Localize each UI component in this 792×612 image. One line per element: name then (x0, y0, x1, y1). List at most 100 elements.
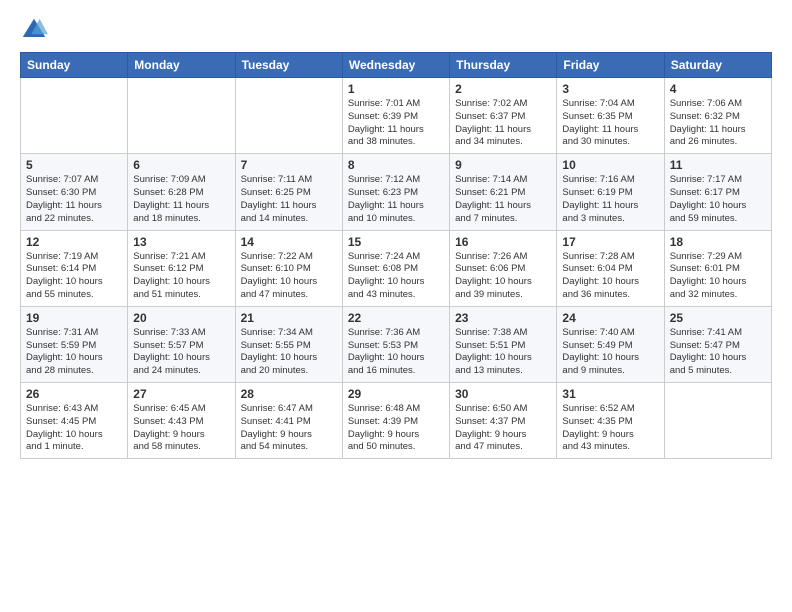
day-number: 5 (26, 158, 122, 172)
calendar-cell: 4 Sunrise: 7:06 AM Sunset: 6:32 PM Daylig… (664, 78, 771, 154)
day-number: 10 (562, 158, 658, 172)
day-number: 19 (26, 311, 122, 325)
calendar-week-5: 26Sunrise: 6:43 AM Sunset: 4:45 PM Dayli… (21, 383, 772, 459)
day-number: 30 (455, 387, 551, 401)
calendar-cell: 31Sunrise: 6:52 AM Sunset: 4:35 PM Dayli… (557, 383, 664, 459)
calendar-cell: 13 Sunrise: 7:21 AM Sunset: 6:12 PM Dayli… (128, 230, 235, 306)
day-info: Sunrise: 7:09 AM Sunset: 6:28 PM Dayligh… (133, 174, 229, 225)
day-number: 3 (562, 82, 658, 96)
day-number: 20 (133, 311, 229, 325)
calendar-cell: 21Sunrise: 7:34 AM Sunset: 5:55 PM Dayli… (235, 306, 342, 382)
day-info: Sunrise: 7:40 AM Sunset: 5:49 PM Dayligh… (562, 327, 658, 378)
weekday-header-tuesday: Tuesday (235, 53, 342, 78)
calendar-header: SundayMondayTuesdayWednesdayThursdayFrid… (21, 53, 772, 78)
day-number: 13 (133, 235, 229, 249)
calendar-cell: 29Sunrise: 6:48 AM Sunset: 4:39 PM Dayli… (342, 383, 449, 459)
day-info: Sunrise: 7:41 AM Sunset: 5:47 PM Dayligh… (670, 327, 766, 378)
calendar-week-3: 12 Sunrise: 7:19 AM Sunset: 6:14 PM Dayli… (21, 230, 772, 306)
day-info: Sunrise: 7:14 AM Sunset: 6:21 PM Dayligh… (455, 174, 551, 225)
weekday-header-thursday: Thursday (450, 53, 557, 78)
day-number: 1 (348, 82, 444, 96)
day-info: Sunrise: 7:36 AM Sunset: 5:53 PM Dayligh… (348, 327, 444, 378)
calendar-cell: 25 Sunrise: 7:41 AM Sunset: 5:47 PM Dayli… (664, 306, 771, 382)
day-info: Sunrise: 7:11 AM Sunset: 6:25 PM Dayligh… (241, 174, 337, 225)
calendar-cell: 10 Sunrise: 7:16 AM Sunset: 6:19 PM Dayli… (557, 154, 664, 230)
day-number: 9 (455, 158, 551, 172)
day-info: Sunrise: 7:16 AM Sunset: 6:19 PM Dayligh… (562, 174, 658, 225)
day-number: 8 (348, 158, 444, 172)
calendar-cell: 30 Sunrise: 6:50 AM Sunset: 4:37 PM Dayli… (450, 383, 557, 459)
day-info: Sunrise: 7:01 AM Sunset: 6:39 PM Dayligh… (348, 98, 444, 149)
calendar-cell (128, 78, 235, 154)
day-info: Sunrise: 6:50 AM Sunset: 4:37 PM Dayligh… (455, 403, 551, 454)
calendar-cell: 19 Sunrise: 7:31 AM Sunset: 5:59 PM Dayli… (21, 306, 128, 382)
day-info: Sunrise: 7:04 AM Sunset: 6:35 PM Dayligh… (562, 98, 658, 149)
day-number: 18 (670, 235, 766, 249)
day-info: Sunrise: 7:17 AM Sunset: 6:17 PM Dayligh… (670, 174, 766, 225)
day-number: 28 (241, 387, 337, 401)
day-info: Sunrise: 7:12 AM Sunset: 6:23 PM Dayligh… (348, 174, 444, 225)
logo (20, 16, 50, 44)
day-info: Sunrise: 7:21 AM Sunset: 6:12 PM Dayligh… (133, 251, 229, 302)
calendar-cell: 26Sunrise: 6:43 AM Sunset: 4:45 PM Dayli… (21, 383, 128, 459)
day-number: 2 (455, 82, 551, 96)
day-info: Sunrise: 7:19 AM Sunset: 6:14 PM Dayligh… (26, 251, 122, 302)
day-number: 25 (670, 311, 766, 325)
day-info: Sunrise: 7:29 AM Sunset: 6:01 PM Dayligh… (670, 251, 766, 302)
day-info: Sunrise: 7:06 AM Sunset: 6:32 PM Dayligh… (670, 98, 766, 149)
weekday-row: SundayMondayTuesdayWednesdayThursdayFrid… (21, 53, 772, 78)
day-info: Sunrise: 7:07 AM Sunset: 6:30 PM Dayligh… (26, 174, 122, 225)
calendar-week-4: 19 Sunrise: 7:31 AM Sunset: 5:59 PM Dayli… (21, 306, 772, 382)
day-number: 24 (562, 311, 658, 325)
day-number: 6 (133, 158, 229, 172)
calendar-cell: 23Sunrise: 7:38 AM Sunset: 5:51 PM Dayli… (450, 306, 557, 382)
day-info: Sunrise: 7:38 AM Sunset: 5:51 PM Dayligh… (455, 327, 551, 378)
calendar-cell: 16 Sunrise: 7:26 AM Sunset: 6:06 PM Dayli… (450, 230, 557, 306)
calendar-cell: 27Sunrise: 6:45 AM Sunset: 4:43 PM Dayli… (128, 383, 235, 459)
day-info: Sunrise: 6:47 AM Sunset: 4:41 PM Dayligh… (241, 403, 337, 454)
calendar-body: 1 Sunrise: 7:01 AM Sunset: 6:39 PM Daylig… (21, 78, 772, 459)
day-info: Sunrise: 7:22 AM Sunset: 6:10 PM Dayligh… (241, 251, 337, 302)
calendar-cell: 6 Sunrise: 7:09 AM Sunset: 6:28 PM Daylig… (128, 154, 235, 230)
weekday-header-saturday: Saturday (664, 53, 771, 78)
day-info: Sunrise: 7:24 AM Sunset: 6:08 PM Dayligh… (348, 251, 444, 302)
calendar-cell (664, 383, 771, 459)
day-info: Sunrise: 7:33 AM Sunset: 5:57 PM Dayligh… (133, 327, 229, 378)
calendar-cell: 5 Sunrise: 7:07 AM Sunset: 6:30 PM Daylig… (21, 154, 128, 230)
calendar-cell: 17 Sunrise: 7:28 AM Sunset: 6:04 PM Dayli… (557, 230, 664, 306)
day-number: 27 (133, 387, 229, 401)
day-info: Sunrise: 6:52 AM Sunset: 4:35 PM Dayligh… (562, 403, 658, 454)
day-number: 11 (670, 158, 766, 172)
day-number: 22 (348, 311, 444, 325)
calendar-cell: 28 Sunrise: 6:47 AM Sunset: 4:41 PM Dayli… (235, 383, 342, 459)
calendar-week-1: 1 Sunrise: 7:01 AM Sunset: 6:39 PM Daylig… (21, 78, 772, 154)
weekday-header-wednesday: Wednesday (342, 53, 449, 78)
calendar-week-2: 5 Sunrise: 7:07 AM Sunset: 6:30 PM Daylig… (21, 154, 772, 230)
header (20, 16, 772, 44)
calendar: SundayMondayTuesdayWednesdayThursdayFrid… (20, 52, 772, 459)
day-number: 12 (26, 235, 122, 249)
day-info: Sunrise: 7:26 AM Sunset: 6:06 PM Dayligh… (455, 251, 551, 302)
day-number: 4 (670, 82, 766, 96)
calendar-cell: 12 Sunrise: 7:19 AM Sunset: 6:14 PM Dayli… (21, 230, 128, 306)
calendar-cell: 2Sunrise: 7:02 AM Sunset: 6:37 PM Daylig… (450, 78, 557, 154)
day-number: 29 (348, 387, 444, 401)
day-number: 16 (455, 235, 551, 249)
day-info: Sunrise: 7:31 AM Sunset: 5:59 PM Dayligh… (26, 327, 122, 378)
day-info: Sunrise: 7:28 AM Sunset: 6:04 PM Dayligh… (562, 251, 658, 302)
calendar-cell: 11 Sunrise: 7:17 AM Sunset: 6:17 PM Dayli… (664, 154, 771, 230)
logo-icon (20, 16, 48, 44)
calendar-cell: 1 Sunrise: 7:01 AM Sunset: 6:39 PM Daylig… (342, 78, 449, 154)
calendar-cell: 3 Sunrise: 7:04 AM Sunset: 6:35 PM Daylig… (557, 78, 664, 154)
day-number: 17 (562, 235, 658, 249)
day-number: 7 (241, 158, 337, 172)
calendar-cell (21, 78, 128, 154)
page: SundayMondayTuesdayWednesdayThursdayFrid… (0, 0, 792, 612)
day-number: 26 (26, 387, 122, 401)
calendar-cell: 18 Sunrise: 7:29 AM Sunset: 6:01 PM Dayli… (664, 230, 771, 306)
day-number: 15 (348, 235, 444, 249)
day-number: 21 (241, 311, 337, 325)
weekday-header-monday: Monday (128, 53, 235, 78)
calendar-cell: 20 Sunrise: 7:33 AM Sunset: 5:57 PM Dayli… (128, 306, 235, 382)
day-number: 14 (241, 235, 337, 249)
